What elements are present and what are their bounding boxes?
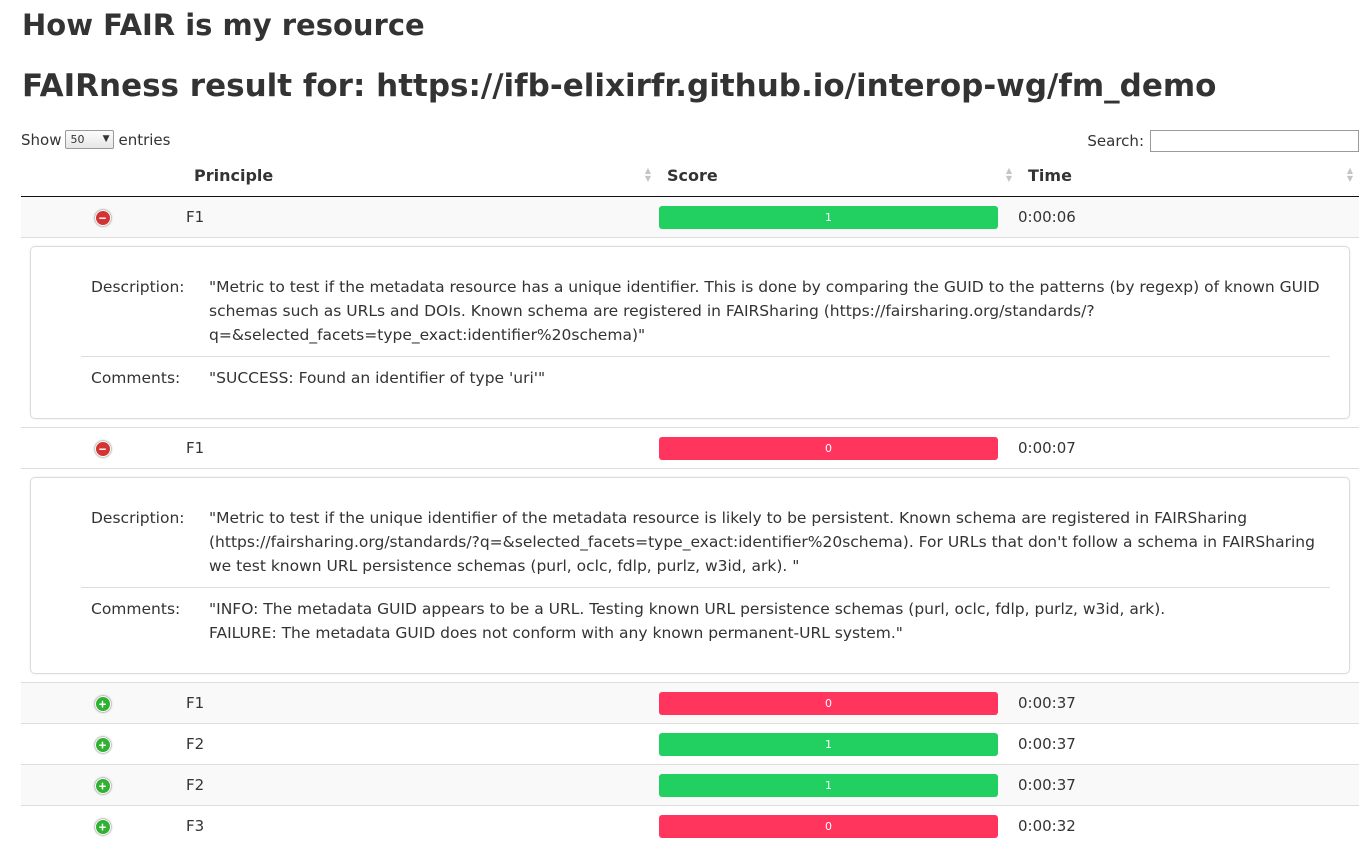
entries-label: entries — [118, 131, 170, 149]
row-toggle-cell[interactable]: − — [21, 197, 184, 238]
time-cell: 0:00:37 — [1018, 683, 1359, 724]
score-cell: 0 — [657, 683, 1018, 724]
time-cell: 0:00:37 — [1018, 765, 1359, 806]
plus-icon[interactable]: + — [95, 696, 111, 712]
score-header-label: Score — [667, 166, 718, 185]
detail-card: Description:"Metric to test if the metad… — [30, 246, 1350, 419]
entries-length-control: Show 50 ▼ entries — [21, 130, 170, 149]
minus-icon[interactable]: − — [95, 210, 111, 226]
row-toggle-cell[interactable]: + — [21, 683, 184, 724]
table-row: − F10 0:00:07 — [21, 428, 1359, 469]
detail-card: Description:"Metric to test if the uniqu… — [30, 477, 1350, 674]
time-cell: 0:00:06 — [1018, 197, 1359, 238]
search-input[interactable] — [1150, 130, 1359, 152]
score-bar: 1 — [659, 774, 998, 797]
comments-text: "INFO: The metadata GUID appears to be a… — [209, 597, 1330, 645]
description-row: Description:"Metric to test if the metad… — [81, 247, 1330, 357]
description-row: Description:"Metric to test if the uniqu… — [81, 478, 1330, 588]
plus-icon[interactable]: + — [95, 737, 111, 753]
search-control: Search: — [1087, 130, 1359, 152]
plus-icon[interactable]: + — [95, 819, 111, 835]
comments-text: "SUCCESS: Found an identifier of type 'u… — [209, 366, 1330, 390]
time-cell: 0:00:07 — [1018, 428, 1359, 469]
comments-row: Comments:"SUCCESS: Found an identifier o… — [81, 357, 1330, 406]
minus-icon[interactable]: − — [95, 441, 111, 457]
table-row: + F21 0:00:37 — [21, 765, 1359, 806]
score-bar: 0 — [659, 437, 998, 460]
score-bar: 0 — [659, 692, 998, 715]
score-bar: 1 — [659, 733, 998, 756]
score-cell: 0 — [657, 806, 1018, 846]
principle-header-label: Principle — [194, 166, 273, 185]
description-label: Description: — [81, 506, 209, 578]
table-header-row: Principle ▲▼ Score ▲▼ Time ▲▼ — [21, 154, 1359, 197]
time-cell: 0:00:32 — [1018, 806, 1359, 846]
sort-icon: ▲▼ — [1347, 167, 1353, 183]
row-toggle-cell[interactable]: − — [21, 428, 184, 469]
entries-select-value: 50 — [70, 133, 84, 146]
description-label: Description: — [81, 275, 209, 347]
row-toggle-cell[interactable]: + — [21, 765, 184, 806]
comments-label: Comments: — [81, 597, 209, 645]
table-row: + F21 0:00:37 — [21, 724, 1359, 765]
comments-row: Comments:"INFO: The metadata GUID appear… — [81, 588, 1330, 661]
principle-cell: F1 — [184, 197, 657, 238]
time-header-label: Time — [1028, 166, 1072, 185]
comments-label: Comments: — [81, 366, 209, 390]
score-cell: 0 — [657, 428, 1018, 469]
score-cell: 1 — [657, 724, 1018, 765]
principle-cell: F2 — [184, 765, 657, 806]
entries-select[interactable]: 50 ▼ — [65, 130, 114, 149]
time-column-header[interactable]: Time ▲▼ — [1018, 154, 1359, 197]
detail-cell: Description:"Metric to test if the uniqu… — [21, 469, 1359, 683]
principle-cell: F3 — [184, 806, 657, 846]
score-column-header[interactable]: Score ▲▼ — [657, 154, 1018, 197]
show-label: Show — [21, 131, 61, 149]
detail-row: Description:"Metric to test if the metad… — [21, 238, 1359, 428]
principle-column-header[interactable]: Principle ▲▼ — [184, 154, 657, 197]
table-row: + F30 0:00:32 — [21, 806, 1359, 846]
result-heading: FAIRness result for: https://ifb-elixirf… — [22, 68, 1216, 104]
page-title: How FAIR is my resource — [22, 8, 425, 42]
row-toggle-cell[interactable]: + — [21, 724, 184, 765]
description-text: "Metric to test if the metadata resource… — [209, 275, 1330, 347]
sort-icon: ▲▼ — [1006, 167, 1012, 183]
detail-cell: Description:"Metric to test if the metad… — [21, 238, 1359, 428]
score-bar: 1 — [659, 206, 998, 229]
control-column-header — [21, 154, 184, 197]
table-row: + F10 0:00:37 — [21, 683, 1359, 724]
principle-cell: F1 — [184, 683, 657, 724]
score-cell: 1 — [657, 765, 1018, 806]
principle-cell: F1 — [184, 428, 657, 469]
time-cell: 0:00:37 — [1018, 724, 1359, 765]
detail-row: Description:"Metric to test if the uniqu… — [21, 469, 1359, 683]
results-table: Principle ▲▼ Score ▲▼ Time ▲▼ −F110:00:0… — [21, 154, 1359, 846]
results-table-body: −F110:00:06Description:"Metric to test i… — [21, 197, 1359, 846]
row-toggle-cell[interactable]: + — [21, 806, 184, 846]
principle-cell: F2 — [184, 724, 657, 765]
sort-icon: ▲▼ — [645, 167, 651, 183]
table-row: − F11 0:00:06 — [21, 197, 1359, 238]
search-label: Search: — [1087, 132, 1144, 150]
description-text: "Metric to test if the unique identifier… — [209, 506, 1330, 578]
score-bar: 0 — [659, 815, 998, 838]
score-cell: 1 — [657, 197, 1018, 238]
plus-icon[interactable]: + — [95, 778, 111, 794]
dropdown-arrow-icon: ▼ — [103, 131, 110, 148]
